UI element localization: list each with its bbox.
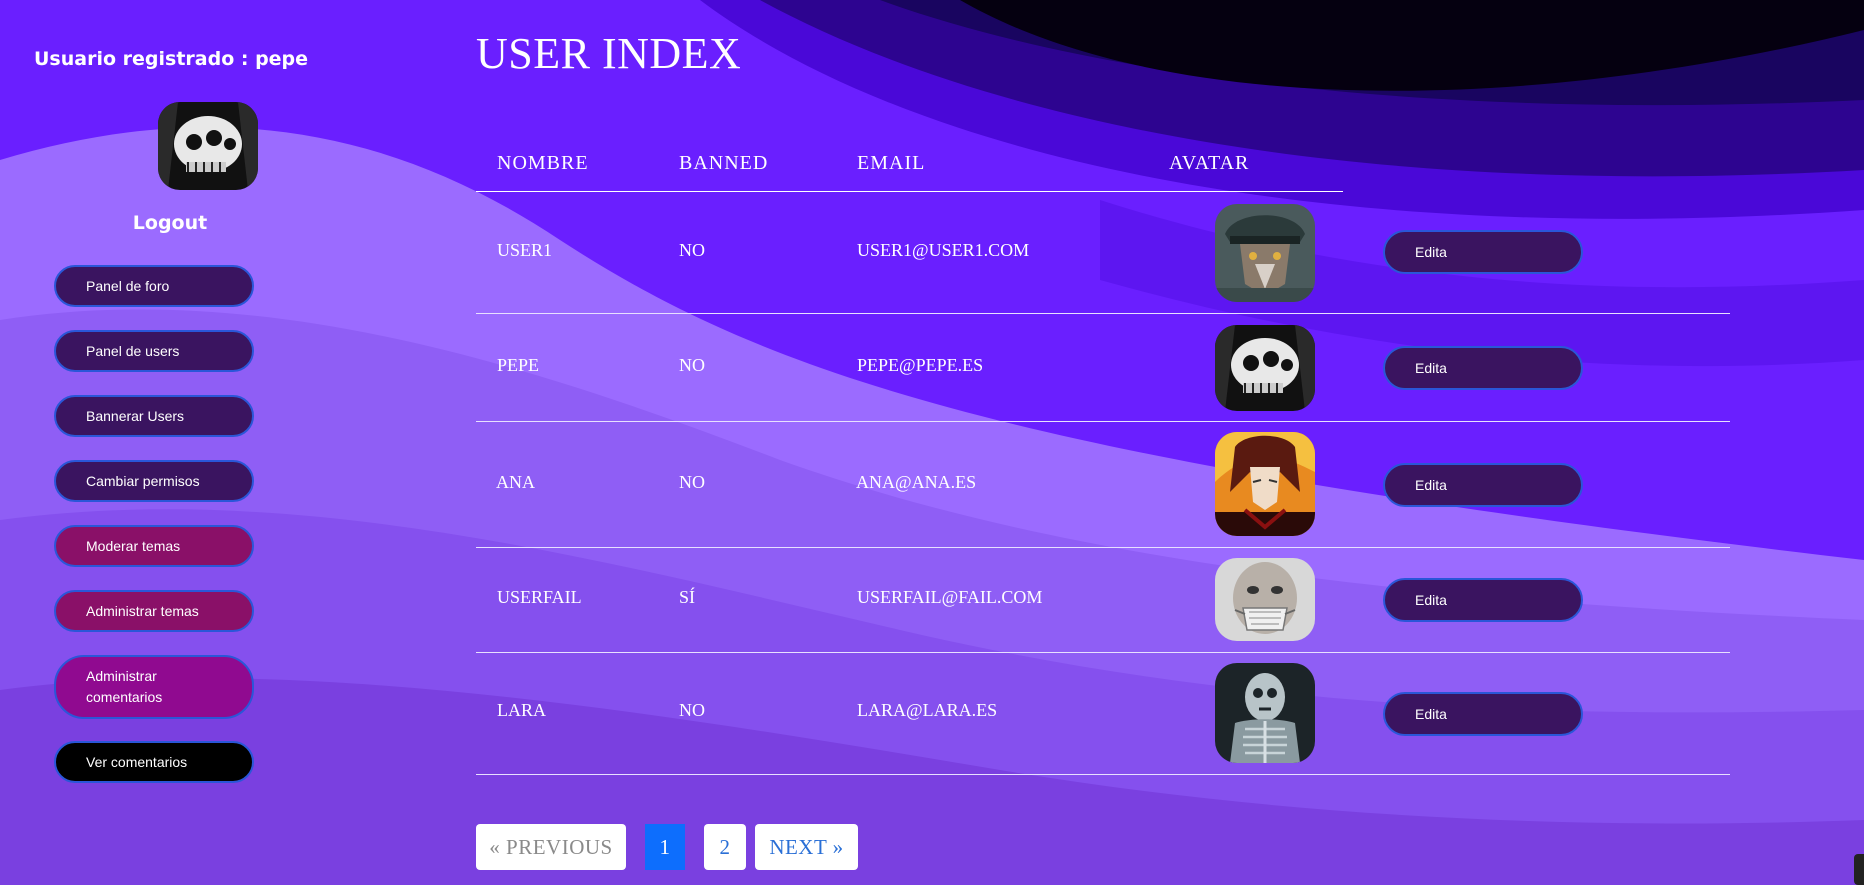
corner-widget-tab[interactable]: [1854, 854, 1864, 885]
skull-avatar-icon: [1215, 325, 1315, 411]
user-avatar: [1215, 663, 1315, 763]
user-avatar: [1215, 325, 1315, 411]
masked-face-avatar-icon: [1215, 558, 1315, 641]
cell-banned: NO: [679, 355, 705, 375]
user-avatar: [1215, 204, 1315, 302]
cell-banned: NO: [679, 700, 705, 720]
column-header-avatar: AVATAR: [1169, 152, 1250, 174]
cell-email: ANA@ANA.ES: [856, 472, 977, 492]
next-page-button[interactable]: NEXT »: [755, 824, 858, 870]
edit-button[interactable]: Edita: [1383, 692, 1583, 736]
edit-button[interactable]: Edita: [1383, 578, 1583, 622]
cell-email: USERFAIL@FAIL.COM: [857, 587, 1043, 607]
user-avatar: [1215, 558, 1315, 641]
column-header-nombre: NOMBRE: [497, 152, 589, 174]
cell-nombre: USER1: [497, 240, 553, 260]
cell-nombre: ANA: [496, 472, 535, 492]
edit-button[interactable]: Edita: [1383, 230, 1583, 274]
header-divider: [476, 191, 1343, 192]
wolf-soldier-avatar-icon: [1215, 204, 1315, 302]
cell-email: LARA@LARA.ES: [857, 700, 998, 720]
column-header-banned: BANNED: [679, 152, 769, 174]
main-content: USER INDEX NOMBRE BANNED EMAIL AVATAR US…: [0, 0, 1864, 885]
row-divider: [476, 652, 1730, 653]
column-header-email: EMAIL: [857, 152, 926, 174]
cell-banned: SÍ: [679, 587, 696, 607]
cell-nombre: USERFAIL: [497, 587, 582, 607]
page-1-button[interactable]: 1: [645, 824, 685, 870]
cell-banned: NO: [679, 472, 705, 492]
row-divider: [476, 313, 1730, 314]
row-divider: [476, 547, 1730, 548]
edit-button[interactable]: Edita: [1383, 346, 1583, 390]
cell-nombre: PEPE: [497, 355, 540, 375]
page-2-button[interactable]: 2: [704, 824, 746, 870]
cell-email: PEPE@PEPE.ES: [857, 355, 984, 375]
row-divider: [476, 421, 1730, 422]
previous-page-button[interactable]: « PREVIOUS: [476, 824, 626, 870]
edit-button[interactable]: Edita: [1383, 463, 1583, 507]
page-title: USER INDEX: [476, 29, 742, 78]
row-divider: [476, 774, 1730, 775]
cell-nombre: LARA: [497, 700, 546, 720]
skeleton-avatar-icon: [1215, 663, 1315, 763]
cell-banned: NO: [679, 240, 705, 260]
anime-character-avatar-icon: [1215, 432, 1315, 536]
cell-email: USER1@USER1.COM: [857, 240, 1030, 260]
user-avatar: [1215, 432, 1315, 536]
